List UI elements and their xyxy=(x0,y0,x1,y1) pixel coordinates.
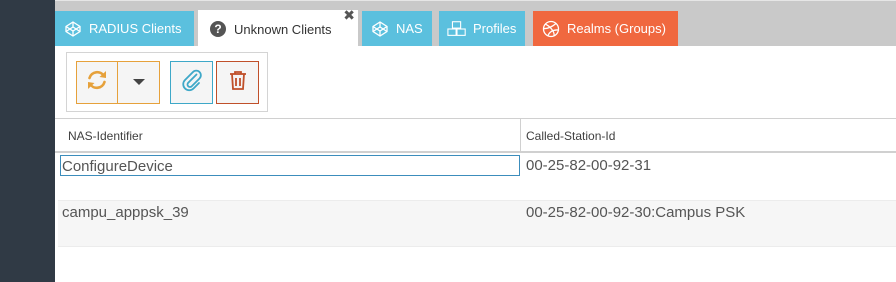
tab-profiles[interactable]: Profiles xyxy=(439,11,525,46)
column-header-nas-identifier[interactable]: NAS-Identifier xyxy=(55,119,521,152)
nas-identifier-edit-field[interactable] xyxy=(60,155,520,176)
paperclip-icon xyxy=(180,68,204,97)
called-station-id-cell: 00-25-82-00-92-30:Campus PSK xyxy=(526,204,746,221)
codepen-icon xyxy=(370,19,390,39)
called-station-id-cell: 00-25-82-00-92-31 xyxy=(526,157,652,174)
codepen-icon xyxy=(63,19,83,39)
table-row[interactable]: campu_apppsk_39 00-25-82-00-92-30:Campus… xyxy=(58,200,896,247)
reload-split-button[interactable] xyxy=(76,61,160,104)
reload-menu-button[interactable] xyxy=(118,62,159,103)
table-row[interactable]: 00-25-82-00-92-31 xyxy=(58,153,896,200)
toolbar xyxy=(66,52,268,112)
main-panel: RADIUS Clients ? Unknown Clients ✖ NAS P… xyxy=(55,0,896,282)
delete-button[interactable] xyxy=(216,61,259,104)
left-sidebar xyxy=(0,0,55,282)
refresh-icon xyxy=(85,68,109,97)
tab-nas[interactable]: NAS xyxy=(362,11,432,46)
dribbble-icon xyxy=(541,19,561,39)
tab-unknown-clients[interactable]: ? Unknown Clients ✖ xyxy=(198,8,358,48)
tab-radius-clients[interactable]: RADIUS Clients xyxy=(55,11,194,46)
tab-label: NAS xyxy=(396,21,423,36)
question-circle-icon: ? xyxy=(208,19,228,39)
column-header-called-station-id[interactable]: Called-Station-Id xyxy=(521,119,896,152)
nas-identifier-cell: campu_apppsk_39 xyxy=(62,204,189,221)
tab-label: RADIUS Clients xyxy=(89,21,182,36)
attach-button[interactable] xyxy=(170,61,213,104)
cubes-icon xyxy=(447,19,467,39)
close-icon[interactable]: ✖ xyxy=(343,8,355,22)
tab-bar: RADIUS Clients ? Unknown Clients ✖ NAS P… xyxy=(55,0,896,48)
svg-text:?: ? xyxy=(214,22,221,36)
tab-realms-groups[interactable]: Realms (Groups) xyxy=(533,11,678,46)
trash-icon xyxy=(227,69,249,96)
caret-down-icon xyxy=(132,74,146,92)
tab-label: Unknown Clients xyxy=(234,21,332,37)
reload-button[interactable] xyxy=(77,62,118,103)
tab-label: Realms (Groups) xyxy=(567,21,666,36)
tab-label: Profiles xyxy=(473,21,517,36)
grid-header: NAS-Identifier Called-Station-Id xyxy=(55,118,896,153)
